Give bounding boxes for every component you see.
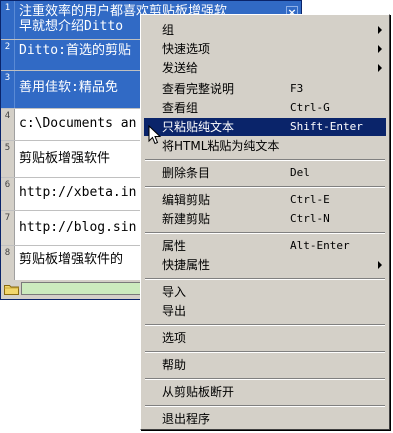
clip-index: 3: [1, 71, 15, 108]
context-menu: 组 快速选项 发送给 查看完整说明 F3 查看组 Ctrl-G 只粘贴纯文本 S…: [140, 14, 390, 430]
shortcut-label: Ctrl-N: [290, 212, 330, 225]
menu-separator: [145, 278, 385, 280]
shortcut-label: Ctrl-G: [290, 101, 330, 114]
menu-separator: [145, 159, 385, 161]
menu-item-paste-plain-text[interactable]: 只粘贴纯文本 Shift-Enter: [144, 118, 386, 136]
clip-index: 8: [1, 246, 15, 280]
menu-item-disconnect-clipboard[interactable]: 从剪贴板断开: [144, 383, 386, 401]
menu-item-send-to[interactable]: 发送给: [144, 59, 386, 77]
menu-item-import[interactable]: 导入: [144, 283, 386, 301]
shortcut-label: Ctrl-E: [290, 193, 330, 206]
mouse-pointer-icon: [148, 125, 162, 145]
clip-index: 2: [1, 40, 15, 70]
menu-item-new-clip[interactable]: 新建剪贴 Ctrl-N: [144, 210, 386, 228]
menu-separator: [145, 405, 385, 407]
submenu-arrow-icon: [378, 26, 382, 34]
menu-item-quick-properties[interactable]: 快捷属性: [144, 256, 386, 274]
menu-item-properties[interactable]: 属性 Alt-Enter: [144, 237, 386, 255]
shortcut-label: Del: [290, 166, 310, 179]
menu-item-options[interactable]: 选项: [144, 329, 386, 347]
clip-index: 5: [1, 141, 15, 177]
clip-index: 7: [1, 211, 15, 245]
menu-item-group[interactable]: 组: [144, 21, 386, 39]
menu-item-delete-entry[interactable]: 删除条目 Del: [144, 164, 386, 182]
menu-item-view-group[interactable]: 查看组 Ctrl-G: [144, 99, 386, 117]
submenu-arrow-icon: [378, 45, 382, 53]
menu-separator: [145, 324, 385, 326]
clip-index: 6: [1, 178, 15, 210]
menu-item-export[interactable]: 导出: [144, 302, 386, 320]
shortcut-label: Alt-Enter: [290, 239, 350, 252]
menu-item-exit[interactable]: 退出程序: [144, 410, 386, 428]
menu-separator: [145, 351, 385, 353]
menu-separator: [145, 378, 385, 380]
submenu-arrow-icon: [378, 261, 382, 269]
search-input[interactable]: [21, 282, 141, 295]
folder-icon[interactable]: [4, 283, 19, 295]
menu-item-quick-options[interactable]: 快速选项: [144, 40, 386, 58]
shortcut-label: Shift-Enter: [290, 120, 363, 133]
submenu-arrow-icon: [378, 64, 382, 72]
menu-separator: [145, 232, 385, 234]
shortcut-label: F3: [290, 82, 304, 95]
clip-index: 1: [1, 1, 15, 39]
menu-separator: [145, 186, 385, 188]
menu-item-edit-clip[interactable]: 编辑剪贴 Ctrl-E: [144, 191, 386, 209]
menu-item-help[interactable]: 帮助: [144, 356, 386, 374]
menu-item-view-full-description[interactable]: 查看完整说明 F3: [144, 80, 386, 98]
clip-index: 4: [1, 109, 15, 140]
menu-item-paste-html-as-plain[interactable]: 将HTML粘贴为纯文本: [144, 137, 386, 155]
